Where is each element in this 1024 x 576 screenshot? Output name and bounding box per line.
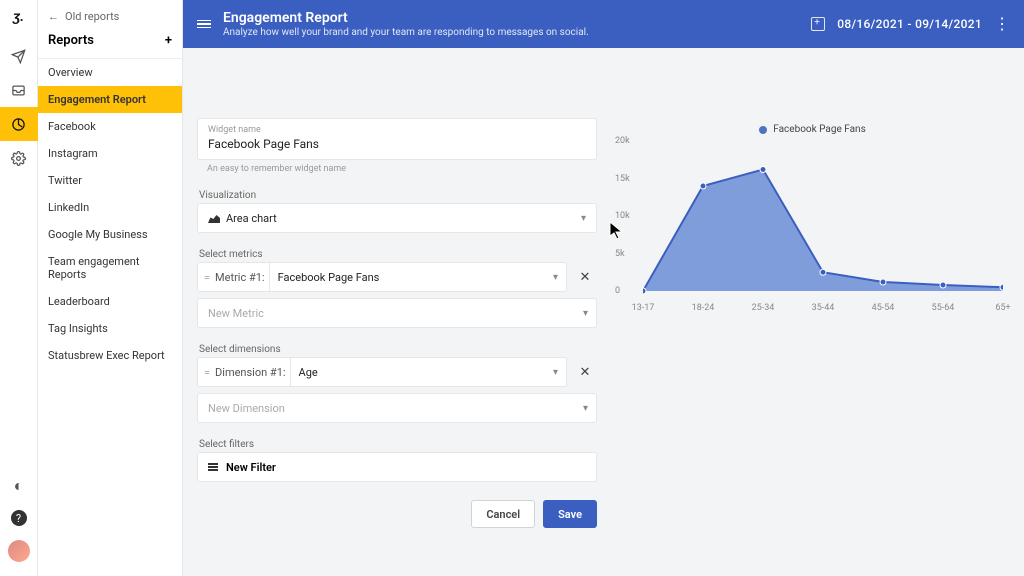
nav-inbox-icon[interactable]	[0, 73, 38, 107]
reports-sidepanel: ← Old reports Reports + OverviewEngageme…	[38, 0, 183, 576]
area-chart	[643, 141, 1003, 297]
metric-1-label: Metric #1:	[215, 271, 269, 284]
add-report-button[interactable]: +	[165, 33, 172, 48]
new-metric-placeholder: New Metric	[198, 307, 575, 320]
cancel-button[interactable]: Cancel	[471, 500, 535, 528]
reports-nav: OverviewEngagement ReportFacebookInstagr…	[38, 59, 182, 369]
theme-toggle-icon[interactable]: ◐	[14, 476, 24, 496]
widget-name-value: Facebook Page Fans	[208, 137, 586, 151]
chevron-down-icon: ▾	[575, 308, 596, 319]
visualization-label: Visualization	[199, 190, 597, 201]
nav-item-twitter[interactable]: Twitter	[38, 167, 182, 194]
area-chart-icon	[208, 213, 220, 223]
y-axis-tick: 15k	[615, 174, 630, 184]
filter-icon	[208, 463, 218, 471]
widget-form: Widget name Facebook Page Fans An easy t…	[197, 118, 597, 562]
menu-icon[interactable]	[197, 20, 211, 29]
calendar-add-icon[interactable]	[811, 17, 825, 31]
legend-swatch	[759, 126, 767, 134]
brand-logo: ʒ.	[13, 8, 24, 25]
nav-item-tag-insights[interactable]: Tag Insights	[38, 315, 182, 342]
nav-item-leaderboard[interactable]: Leaderboard	[38, 288, 182, 315]
x-axis-tick: 35-44	[812, 303, 835, 313]
drag-handle-icon[interactable]: =	[198, 271, 215, 284]
chevron-down-icon: ▾	[581, 213, 586, 224]
nav-item-statusbrew-exec-report[interactable]: Statusbrew Exec Report	[38, 342, 182, 369]
metrics-label: Select metrics	[199, 249, 597, 260]
x-axis-tick: 13-17	[632, 303, 655, 313]
new-metric-select[interactable]: New Metric ▾	[197, 298, 597, 328]
chevron-down-icon: ▾	[545, 272, 566, 283]
nav-item-instagram[interactable]: Instagram	[38, 140, 182, 167]
metric-1-select[interactable]: = Metric #1: Facebook Page Fans ▾	[197, 262, 567, 292]
nav-item-linkedin[interactable]: LinkedIn	[38, 194, 182, 221]
widget-name-field[interactable]: Widget name Facebook Page Fans	[197, 118, 597, 160]
page-title: Engagement Report	[223, 10, 799, 27]
dimension-1-select[interactable]: = Dimension #1: Age ▾	[197, 357, 567, 387]
x-axis-tick: 25-34	[752, 303, 775, 313]
chevron-left-icon: ←	[48, 10, 59, 23]
visualization-select[interactable]: Area chart ▾	[197, 203, 597, 233]
dimension-1-value: Age	[291, 366, 545, 379]
chart-preview: Facebook Page Fans 0 5k 10k 15k 20k 13-17 18-2…	[615, 118, 1010, 562]
new-dimension-placeholder: New Dimension	[198, 402, 575, 415]
new-filter-label: New Filter	[226, 461, 276, 474]
user-avatar[interactable]	[8, 540, 30, 562]
nav-item-facebook[interactable]: Facebook	[38, 113, 182, 140]
x-axis-tick: 65+	[995, 303, 1010, 313]
metric-1-value: Facebook Page Fans	[270, 271, 545, 284]
x-axis-tick: 55-64	[932, 303, 955, 313]
y-axis-tick: 20k	[615, 136, 630, 146]
main: Engagement Report Analyze how well your …	[183, 0, 1024, 576]
chevron-down-icon: ▾	[575, 403, 596, 414]
y-axis-tick: 10k	[615, 211, 630, 221]
remove-dimension-1-button[interactable]: ✕	[573, 360, 597, 384]
more-options-icon[interactable]: ⋮	[994, 16, 1010, 32]
widget-name-label: Widget name	[208, 125, 586, 135]
page-subtitle: Analyze how well your brand and your tea…	[223, 27, 799, 38]
back-to-old-reports[interactable]: ← Old reports	[38, 0, 182, 29]
dimensions-label: Select dimensions	[199, 344, 597, 355]
remove-metric-1-button[interactable]: ✕	[573, 265, 597, 289]
legend-label: Facebook Page Fans	[773, 124, 866, 135]
nav-item-overview[interactable]: Overview	[38, 59, 182, 86]
filters-label: Select filters	[199, 439, 597, 450]
nav-item-engagement-report[interactable]: Engagement Report	[38, 86, 182, 113]
reports-heading: Reports	[48, 33, 94, 48]
visualization-value: Area chart	[226, 212, 277, 225]
new-dimension-select[interactable]: New Dimension ▾	[197, 393, 597, 423]
date-range[interactable]: 08/16/2021 - 09/14/2021	[837, 17, 982, 31]
widget-name-helper: An easy to remember widget name	[207, 164, 597, 174]
chart-legend: Facebook Page Fans	[615, 124, 1010, 135]
nav-settings-icon[interactable]	[0, 141, 38, 175]
nav-send-icon[interactable]	[0, 39, 38, 73]
page-header: Engagement Report Analyze how well your …	[183, 0, 1024, 48]
x-axis-tick: 18-24	[692, 303, 715, 313]
left-rail: ʒ. ◐ ?	[0, 0, 38, 576]
chevron-down-icon: ▾	[545, 367, 566, 378]
dimension-1-label: Dimension #1:	[215, 366, 290, 379]
nav-item-google-my-business[interactable]: Google My Business	[38, 221, 182, 248]
y-axis-tick: 5k	[615, 249, 625, 259]
nav-reports-icon[interactable]	[0, 107, 38, 141]
new-filter-button[interactable]: New Filter	[197, 452, 597, 482]
help-icon[interactable]: ?	[11, 510, 27, 526]
save-button[interactable]: Save	[543, 500, 597, 528]
back-label: Old reports	[65, 10, 119, 23]
y-axis-tick: 0	[615, 286, 620, 296]
drag-handle-icon[interactable]: =	[198, 366, 215, 379]
nav-item-team-engagement-reports[interactable]: Team engagement Reports	[38, 248, 182, 288]
x-axis-tick: 45-54	[872, 303, 895, 313]
